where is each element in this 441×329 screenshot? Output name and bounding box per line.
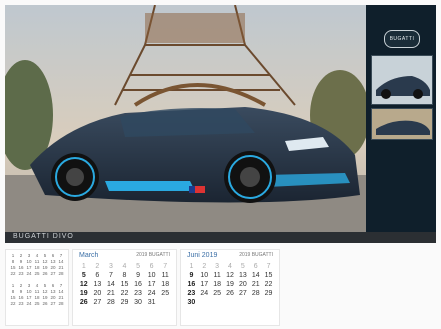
mini-calendar-grid: 1234567 8 9 10 11 12 13 14 15 16 17 18 19 20 21 22 23… [10, 253, 64, 306]
car-photo [5, 5, 371, 232]
month-year: 2019 BUGATTI [136, 252, 170, 258]
caption-text: BUGATTI DIVO [13, 233, 74, 240]
thumbnail-photo-2 [371, 108, 433, 140]
mini-calendars: 1234567 8 9 10 11 12 13 14 15 16 17 18 19 20 21 22 23… [5, 249, 69, 326]
month-block-2: Juni 2019 2019 BUGATTI 1234567 9 10 11 12 13… [180, 249, 280, 326]
empty-margin [283, 249, 436, 324]
month-year: 2019 BUGATTI [239, 252, 273, 258]
month-block-1: March 2019 BUGATTI 1234567 5 6 7 8 9 10 11 12 1… [72, 249, 177, 326]
month-title: Juni 2019 [187, 252, 218, 259]
month-days-grid: 1234567 5 6 7 8 9 10 11 12 13 14 15 16 17 18 19 20 21 2… [79, 263, 170, 306]
brand-logo: BUGATTI [384, 30, 420, 48]
bugatti-car-illustration [5, 5, 371, 232]
caption-strip: BUGATTI DIVO [5, 232, 436, 243]
wall-calendar-page: BUGATTI BUGATTI DIVO 1234567 8 9 10 11 12 13 1… [0, 0, 441, 329]
month-title: March [79, 252, 99, 259]
thumbnail-photo-1 [371, 55, 433, 105]
month-days-grid: 1234567 9 10 11 12 13 14 15 16 17 18 19 20 21 22 23 2… [187, 263, 273, 306]
